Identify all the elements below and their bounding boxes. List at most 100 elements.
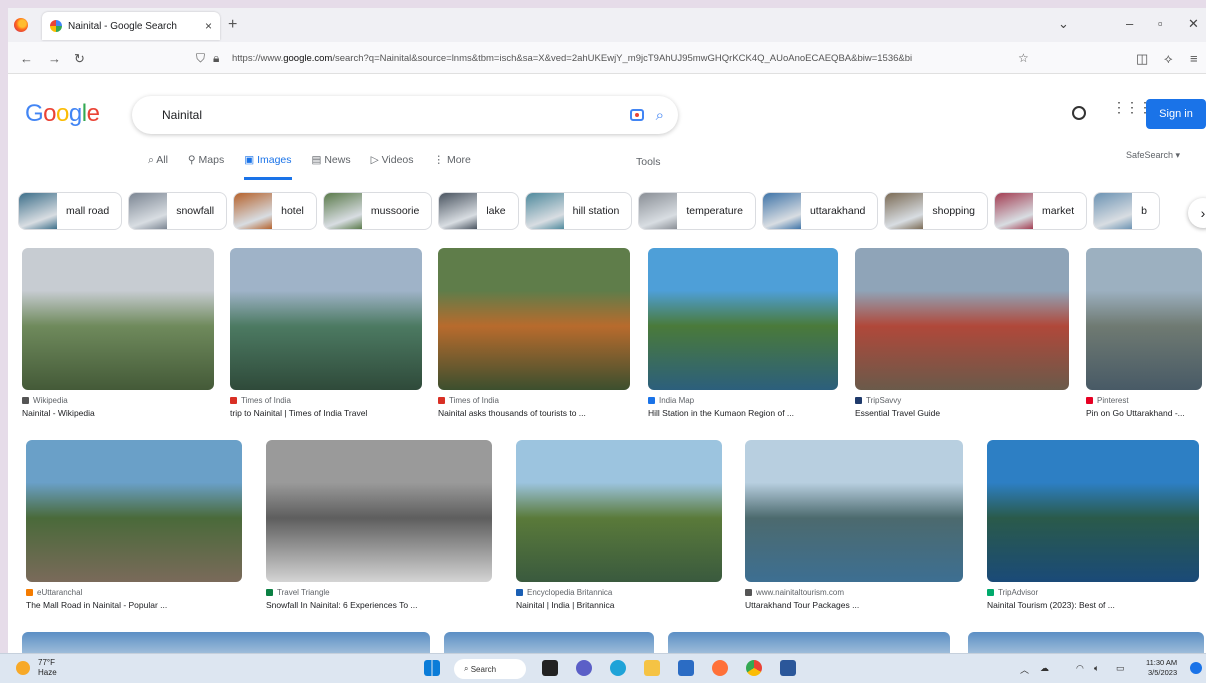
image-result[interactable]: Times of India Nainital asks thousands of… [438, 248, 630, 418]
browser-tab[interactable]: Nainital - Google Search × [42, 12, 220, 40]
google-logo[interactable]: Google [25, 100, 100, 128]
chip-uttarakhand[interactable]: uttarakhand [761, 192, 879, 230]
lock-icon[interactable]: 🔒︎ [213, 51, 219, 66]
task-view-icon[interactable] [542, 660, 558, 676]
result-thumbnail[interactable] [26, 440, 242, 582]
image-result[interactable]: Wikipedia Nainital - Wikipedia [22, 248, 214, 418]
result-thumbnail[interactable] [987, 440, 1199, 582]
tools-button[interactable]: Tools [636, 156, 661, 168]
minimize-icon[interactable]: – [1126, 16, 1133, 31]
close-tab-icon[interactable]: × [205, 19, 212, 33]
cloud-icon[interactable]: ☁ [1040, 663, 1049, 674]
chip-mussoorie[interactable]: mussoorie [322, 192, 433, 230]
image-result[interactable]: www.nainitaltourism.com Uttarakhand Tour … [745, 440, 963, 610]
firefox-taskbar-icon[interactable] [712, 660, 728, 676]
result-thumbnail[interactable] [1086, 248, 1202, 390]
result-caption[interactable]: Nainital asks thousands of tourists to .… [438, 408, 630, 418]
result-thumbnail[interactable] [648, 248, 838, 390]
taskbar-search[interactable]: ⌕ Search [454, 659, 526, 679]
forward-arrow-icon[interactable]: → [48, 51, 61, 66]
image-result[interactable]: TripAdvisor Nainital Tourism (2023): Best… [987, 440, 1199, 610]
volume-icon[interactable]: 🔈︎ [1094, 663, 1099, 674]
image-result[interactable]: eUttaranchal The Mall Road in Nainital - … [26, 440, 242, 610]
edge-browser-icon[interactable] [610, 660, 626, 676]
reload-icon[interactable]: ↻ [74, 51, 85, 67]
result-caption[interactable]: Hill Station in the Kumaon Region of ... [648, 408, 838, 418]
result-caption[interactable]: Essential Travel Guide [855, 408, 1069, 418]
word-icon[interactable] [780, 660, 796, 676]
battery-icon[interactable]: ▭ [1116, 663, 1125, 674]
result-caption[interactable]: Snowfall In Nainital: 6 Experiences To .… [266, 600, 492, 610]
settings-gear-icon[interactable] [1072, 106, 1086, 120]
chip-temperature[interactable]: temperature [638, 192, 756, 230]
maximize-icon[interactable]: ▫ [1158, 16, 1163, 31]
result-caption[interactable]: Uttarakhand Tour Packages ... [745, 600, 963, 610]
store-icon[interactable] [678, 660, 694, 676]
image-result[interactable]: Pinterest Pin on Go Uttarakhand -... [1086, 248, 1202, 418]
result-thumbnail[interactable] [266, 440, 492, 582]
tab-maps[interactable]: ⚲ Maps [188, 154, 224, 180]
result-source[interactable]: Encyclopedia Britannica [516, 588, 722, 597]
new-tab-button[interactable]: + [228, 16, 237, 34]
result-caption[interactable]: trip to Nainital | Times of India Travel [230, 408, 422, 418]
image-result[interactable]: TripSavvy Essential Travel Guide [855, 248, 1069, 418]
result-source[interactable]: Times of India [438, 396, 630, 405]
chip-market[interactable]: market [994, 192, 1088, 230]
back-arrow-icon[interactable]: ← [20, 51, 33, 66]
sign-in-button[interactable]: Sign in [1146, 99, 1206, 129]
pocket-icon[interactable]: ◫ [1136, 51, 1148, 67]
chip-hotel[interactable]: hotel [233, 192, 317, 230]
tab-news[interactable]: ▤ News [312, 154, 351, 180]
menu-icon[interactable]: ≡ [1190, 51, 1198, 66]
result-caption[interactable]: Nainital - Wikipedia [22, 408, 214, 418]
google-lens-icon[interactable] [629, 109, 644, 121]
chip-lake[interactable]: lake [438, 192, 519, 230]
chip-b[interactable]: b [1093, 192, 1160, 230]
image-result[interactable]: Times of India trip to Nainital | Times o… [230, 248, 422, 418]
image-result[interactable]: Encyclopedia Britannica Nainital | India … [516, 440, 722, 610]
image-result[interactable]: India Map Hill Station in the Kumaon Regi… [648, 248, 838, 418]
wifi-icon[interactable]: ◠ [1076, 663, 1084, 674]
result-thumbnail[interactable] [516, 440, 722, 582]
search-icon[interactable]: ⌕ [656, 107, 664, 124]
result-source[interactable]: India Map [648, 396, 838, 405]
chip-shopping[interactable]: shopping [884, 192, 989, 230]
search-query[interactable]: Nainital [162, 108, 630, 122]
result-thumbnail[interactable] [230, 248, 422, 390]
tab-more[interactable]: ⋮ More [434, 154, 471, 180]
chrome-icon[interactable] [746, 660, 762, 676]
image-result[interactable]: Travel Triangle Snowfall In Nainital: 6 E… [266, 440, 492, 610]
weather-widget[interactable]: 77°F Haze [16, 658, 57, 678]
shield-icon[interactable]: ⛉ [196, 51, 205, 66]
result-thumbnail[interactable] [22, 248, 214, 390]
result-source[interactable]: eUttaranchal [26, 588, 242, 597]
file-explorer-icon[interactable] [644, 660, 660, 676]
notification-icon[interactable] [1190, 662, 1202, 674]
result-caption[interactable]: The Mall Road in Nainital - Popular ... [26, 600, 242, 610]
tab-images[interactable]: ▣ Images [244, 154, 292, 180]
chip-hill-station[interactable]: hill station [524, 192, 633, 230]
url-bar[interactable]: https://www. google.com/search?q=Nainital… [232, 48, 1042, 68]
result-thumbnail[interactable] [855, 248, 1069, 390]
result-caption[interactable]: Pin on Go Uttarakhand -... [1086, 408, 1202, 418]
tab-all[interactable]: ⌕ All [148, 154, 168, 180]
chip-snowfall[interactable]: snowfall [128, 192, 228, 230]
firefox-icon[interactable] [14, 18, 28, 32]
extensions-icon[interactable]: ⟡ [1164, 51, 1173, 67]
result-source[interactable]: Times of India [230, 396, 422, 405]
result-thumbnail[interactable] [438, 248, 630, 390]
result-caption[interactable]: Nainital | India | Britannica [516, 600, 722, 610]
chat-icon[interactable] [576, 660, 592, 676]
search-input[interactable]: Nainital ⌕ [132, 96, 678, 134]
result-source[interactable]: TripSavvy [855, 396, 1069, 405]
tab-list-chevron-icon[interactable]: ⌄ [1058, 16, 1069, 32]
tray-chevron-icon[interactable]: ︿ [1020, 663, 1029, 676]
bookmark-star-icon[interactable]: ☆ [1018, 51, 1029, 65]
safesearch-toggle[interactable]: SafeSearch ▾ [1126, 150, 1180, 161]
tab-videos[interactable]: ▷ Videos [371, 154, 414, 180]
result-source[interactable]: www.nainitaltourism.com [745, 588, 963, 597]
system-clock[interactable]: 11:30 AM 3/5/2023 [1146, 658, 1177, 678]
chip-mall-road[interactable]: mall road [18, 192, 123, 230]
result-source[interactable]: Travel Triangle [266, 588, 492, 597]
close-window-icon[interactable]: ✕ [1188, 16, 1199, 32]
